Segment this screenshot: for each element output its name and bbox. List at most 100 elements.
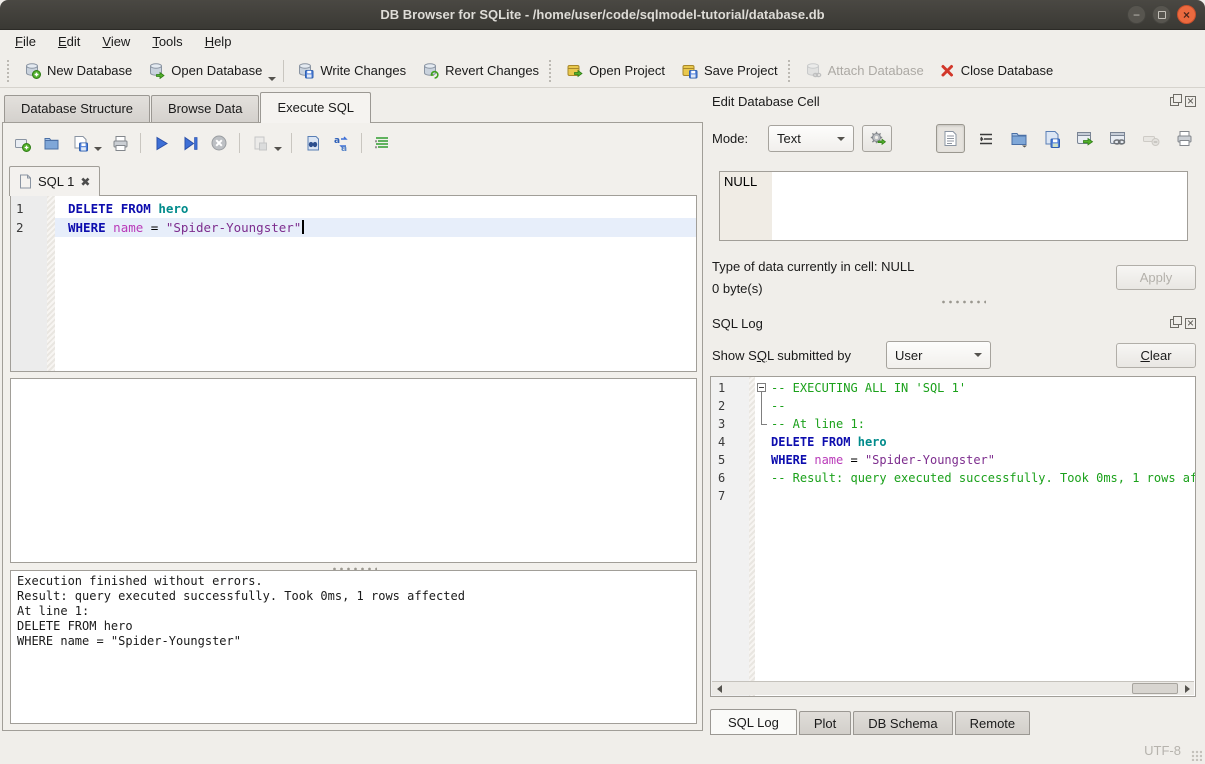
open-database-dropdown-icon[interactable] <box>268 77 276 81</box>
scroll-left-icon[interactable] <box>712 682 726 695</box>
message-line: Execution finished without errors. <box>17 574 690 589</box>
open-database-button[interactable]: Open Database <box>140 59 270 82</box>
save-sql-dropdown-icon[interactable] <box>94 147 102 151</box>
tab-plot[interactable]: Plot <box>799 711 851 735</box>
open-sql-file-button[interactable] <box>38 130 64 156</box>
window-controls: − × <box>1127 5 1196 24</box>
toolbar-drag-handle[interactable] <box>788 60 791 82</box>
code-line[interactable] <box>755 487 1195 505</box>
close-dock-icon[interactable]: × <box>1185 318 1196 329</box>
revert-changes-label: Revert Changes <box>445 63 539 78</box>
scrollbar-thumb[interactable] <box>1132 683 1178 694</box>
close-dock-icon[interactable]: × <box>1185 96 1196 107</box>
minimize-icon[interactable]: − <box>1127 5 1146 24</box>
fold-marker[interactable] <box>757 383 766 392</box>
line-number: 2 <box>11 218 47 237</box>
sql-doc-tab-label: SQL 1 <box>38 174 74 189</box>
log-code-lines[interactable]: -- EXECUTING ALL IN 'SQL 1'---- At line … <box>755 379 1195 680</box>
format-sql-button[interactable] <box>369 130 395 156</box>
code-line[interactable]: -- EXECUTING ALL IN 'SQL 1' <box>755 379 1195 397</box>
print-cell-icon[interactable] <box>1172 127 1196 151</box>
find-replace-button[interactable]: aa <box>328 130 354 156</box>
chevron-down-icon <box>837 137 845 141</box>
cell-value-editor[interactable]: NULL <box>719 171 1188 241</box>
new-sql-tab-button[interactable] <box>9 130 35 156</box>
auto-apply-gear-button[interactable] <box>862 125 892 152</box>
edit-cell-dock-title: Edit Database Cell <box>712 94 1170 109</box>
edit-cell-toolbar: Mode: Text <box>712 124 1196 154</box>
write-changes-button[interactable]: Write Changes <box>289 59 414 82</box>
editor-code-lines[interactable]: DELETE FROM heroWHERE name = "Spider-You… <box>55 199 696 371</box>
sql-editor[interactable]: 12 DELETE FROM heroWHERE name = "Spider-… <box>10 195 697 372</box>
line-number: 1 <box>11 199 47 218</box>
menu-help[interactable]: Help <box>194 30 243 54</box>
tab-execute-sql[interactable]: Execute SQL <box>260 92 371 123</box>
dock-splitter-handle[interactable] <box>940 299 986 305</box>
clear-log-button[interactable]: Clear <box>1116 343 1196 368</box>
toolbar-separator <box>140 133 141 153</box>
execution-message-pane[interactable]: Execution finished without errors.Result… <box>10 570 697 724</box>
find-button[interactable] <box>299 130 325 156</box>
code-line[interactable]: WHERE name = "Spider-Youngster" <box>755 451 1195 469</box>
sql-log-pane[interactable]: 1234567 -- EXECUTING ALL IN 'SQL 1'---- … <box>710 376 1196 697</box>
sql-doc-tab[interactable]: SQL 1 ✖ <box>9 166 100 196</box>
code-line[interactable]: DELETE FROM hero <box>55 199 696 218</box>
code-line[interactable]: -- Result: query executed successfully. … <box>755 469 1195 487</box>
save-cell-icon[interactable] <box>1040 127 1064 151</box>
execute-all-button[interactable] <box>148 130 174 156</box>
revert-changes-button[interactable]: Revert Changes <box>414 59 547 82</box>
tab-db-schema[interactable]: DB Schema <box>853 711 952 735</box>
menu-edit[interactable]: Edit <box>47 30 91 54</box>
resize-grip[interactable] <box>1191 750 1202 761</box>
code-line[interactable]: -- At line 1: <box>755 415 1195 433</box>
editor-gutter-divider <box>47 196 55 371</box>
maximize-glyph <box>1158 11 1166 19</box>
execute-line-button[interactable] <box>177 130 203 156</box>
menu-file[interactable]: File <box>4 30 47 54</box>
tab-sql-log[interactable]: SQL Log <box>710 709 797 735</box>
toolbar-separator <box>283 60 284 82</box>
new-database-button[interactable]: New Database <box>16 59 140 82</box>
results-grid-pane[interactable] <box>10 378 697 563</box>
open-url-link-icon[interactable] <box>1106 127 1130 151</box>
text-document-icon <box>943 130 958 147</box>
code-line[interactable]: -- <box>755 397 1195 415</box>
float-dock-icon[interactable] <box>1170 97 1179 106</box>
main-tab-bar: Database Structure Browse Data Execute S… <box>4 92 372 122</box>
message-line: At line 1: <box>17 604 690 619</box>
sql-doc-tab-bar: SQL 1 ✖ <box>9 166 100 195</box>
maximize-icon[interactable] <box>1152 5 1171 24</box>
text-mode-toggle[interactable] <box>936 124 965 153</box>
menu-tools[interactable]: Tools <box>141 30 193 54</box>
minimize-glyph: − <box>1133 9 1140 21</box>
print-sql-button[interactable] <box>107 130 133 156</box>
text-cursor <box>302 220 304 234</box>
save-project-button[interactable]: Save Project <box>673 59 786 82</box>
mode-select-value: Text <box>777 131 829 146</box>
sql-log-filter-value: User <box>895 348 966 363</box>
encoding-indicator: UTF-8 <box>1144 743 1181 758</box>
dock-tab-bar: SQL Log Plot DB Schema Remote <box>710 709 1032 735</box>
code-line[interactable]: DELETE FROM hero <box>755 433 1195 451</box>
tab-database-structure[interactable]: Database Structure <box>4 95 150 122</box>
tab-browse-data[interactable]: Browse Data <box>151 95 259 122</box>
toolbar-drag-handle[interactable] <box>7 60 10 82</box>
import-text-icon[interactable] <box>1007 127 1031 151</box>
code-line[interactable]: WHERE name = "Spider-Youngster" <box>55 218 696 237</box>
open-project-button[interactable]: Open Project <box>558 59 673 82</box>
close-sql-tab-icon[interactable]: ✖ <box>80 176 90 188</box>
tab-remote[interactable]: Remote <box>955 711 1031 735</box>
float-dock-icon[interactable] <box>1170 319 1179 328</box>
sql-log-filter-select[interactable]: User <box>886 341 991 369</box>
save-sql-file-button[interactable] <box>67 130 93 156</box>
close-database-button[interactable]: Close Database <box>932 60 1062 81</box>
close-icon[interactable]: × <box>1177 5 1196 24</box>
word-wrap-icon[interactable] <box>974 127 998 151</box>
horizontal-scrollbar[interactable] <box>712 681 1194 695</box>
export-cell-icon[interactable] <box>1073 127 1097 151</box>
menu-view[interactable]: View <box>91 30 141 54</box>
toolbar-drag-handle[interactable] <box>549 60 552 82</box>
scroll-right-icon[interactable] <box>1180 682 1194 695</box>
mode-select[interactable]: Text <box>768 125 854 152</box>
line-number: 4 <box>711 433 749 451</box>
